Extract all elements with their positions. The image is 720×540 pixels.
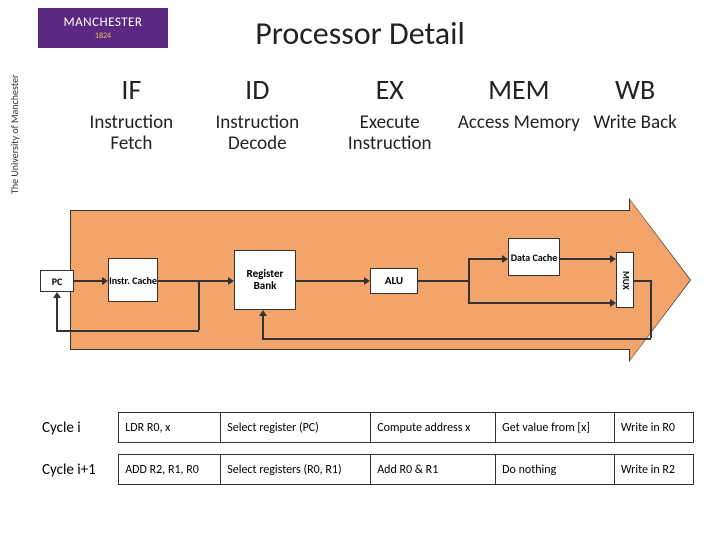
cell: Select registers (R0, R1) <box>221 455 371 485</box>
cell: Do nothing <box>496 455 615 485</box>
wire-icache-to-regbank <box>158 280 228 282</box>
stage-wb: WB Write Back <box>580 72 690 155</box>
logo-sidetext: The University of Manchester <box>8 54 22 194</box>
block-register-bank: Register Bank <box>234 250 296 310</box>
block-pc: PC <box>40 270 74 292</box>
block-alu: ALU <box>370 268 418 294</box>
cell: ADD R2, R1, R0 <box>119 455 221 485</box>
wire-pc-to-icache <box>74 280 102 282</box>
row-label: Cycle i+1 <box>36 455 119 485</box>
stage-name: Instruction Fetch <box>70 113 193 155</box>
stage-id: ID Instruction Decode <box>193 72 322 155</box>
page-title: Processor Detail <box>0 14 720 53</box>
wire-alu-to-mux <box>468 302 610 304</box>
table-row: Cycle i+1 ADD R2, R1, R0 Select register… <box>36 455 694 485</box>
stage-if: IF Instruction Fetch <box>70 72 193 155</box>
wire-alu-out-h <box>418 280 468 282</box>
pipeline-stage-labels: IF Instruction Fetch ID Instruction Deco… <box>70 72 690 155</box>
table-spacer <box>36 443 694 455</box>
stage-name: Execute Instruction <box>322 113 458 155</box>
pipeline-diagram: PC Instr. Cache Register Bank ALU Data C… <box>70 210 690 350</box>
stage-code: ID <box>193 72 322 107</box>
table-row: Cycle i LDR R0, x Select register (PC) C… <box>36 413 694 443</box>
stage-code: MEM <box>458 72 581 107</box>
wire-feedback-v2 <box>56 298 58 331</box>
stage-code: EX <box>322 72 458 107</box>
stage-name: Write Back <box>580 113 690 134</box>
wire-feedback-h1 <box>56 330 199 332</box>
block-instr-cache: Instr. Cache <box>108 258 158 302</box>
wire-feedback-v1 <box>198 280 200 330</box>
cell: Add R0 & R1 <box>371 455 496 485</box>
cell: Write in R2 <box>614 455 693 485</box>
stage-name: Instruction Decode <box>193 113 322 155</box>
stage-code: WB <box>580 72 690 107</box>
wire-alu-split-v <box>468 258 470 303</box>
cycle-table: Cycle i LDR R0, x Select register (PC) C… <box>36 412 694 485</box>
wire-wb-v1 <box>650 280 652 338</box>
cell: Select register (PC) <box>221 413 371 443</box>
wire-wb-v2 <box>262 316 264 339</box>
wire-regbank-to-alu <box>296 280 364 282</box>
wire-wb-h1 <box>634 280 650 282</box>
stage-name: Access Memory <box>458 113 581 134</box>
stage-mem: MEM Access Memory <box>458 72 581 155</box>
cell: Get value from [x] <box>496 413 615 443</box>
cell: LDR R0, x <box>119 413 221 443</box>
stage-ex: EX Execute Instruction <box>322 72 458 155</box>
cell: Write in R0 <box>614 413 693 443</box>
cell: Compute address x <box>371 413 496 443</box>
wire-dcache-to-mux <box>560 258 610 260</box>
wire-alu-to-dcache <box>468 258 502 260</box>
block-mux: MUX <box>616 252 634 308</box>
wire-wb-h2 <box>262 338 651 340</box>
block-data-cache: Data Cache <box>508 238 560 276</box>
stage-code: IF <box>70 72 193 107</box>
row-label: Cycle i <box>36 413 119 443</box>
